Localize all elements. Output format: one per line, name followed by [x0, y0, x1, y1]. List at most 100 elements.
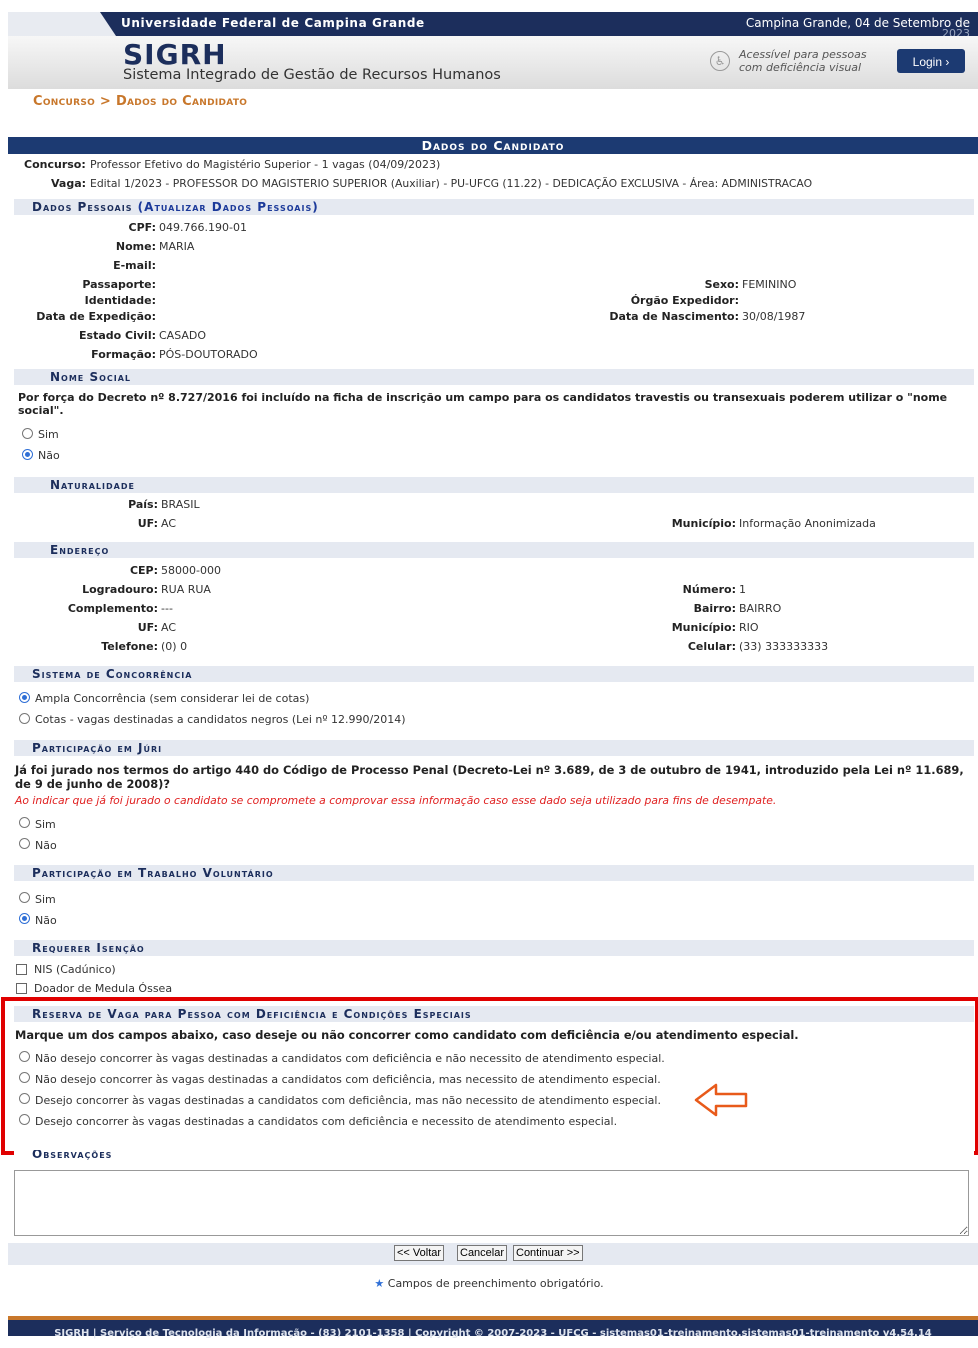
bairro-label: Bairro:	[693, 602, 736, 615]
isencao-nis-label: NIS (Cadúnico)	[34, 963, 116, 976]
juri-warning: Ao indicar que já foi jurado o candidato…	[15, 794, 777, 807]
cep-label: CEP:	[129, 564, 158, 577]
arrow-left-icon	[694, 1083, 748, 1117]
section-concorrencia: Sistema de Concorrência	[14, 666, 974, 682]
update-personal-data-link[interactable]: (Atualizar Dados Pessoais)	[138, 200, 319, 214]
nascimento-label: Data de Nascimento:	[609, 310, 739, 323]
pais-value: BRASIL	[161, 498, 200, 511]
accessibility-line-1: Acessível para pessoas	[739, 48, 867, 61]
naturalidade-uf-value: AC	[161, 517, 177, 530]
required-note: ★ Campos de preenchimento obrigatório.	[0, 1277, 978, 1290]
sexo-value: FEMININO	[742, 278, 797, 291]
pais-label: País:	[128, 498, 158, 511]
celular-label: Celular:	[687, 640, 736, 653]
required-note-text: Campos de preenchimento obrigatório.	[387, 1277, 604, 1290]
passaporte-label: Passaporte:	[82, 278, 156, 291]
naturalidade-municipio-value: Informação Anonimizada	[739, 517, 876, 530]
brand-bar: SIGRH Sistema Integrado de Gestão de Rec…	[8, 36, 978, 89]
formacao-label: Formação:	[91, 348, 156, 361]
nome-social-sim-radio[interactable]	[22, 428, 33, 439]
juri-sim-radio[interactable]	[19, 817, 30, 828]
endereco-municipio-label: Município:	[671, 621, 736, 634]
vaga-label: Vaga:	[51, 177, 87, 190]
celular-value: (33) 333333333	[739, 640, 829, 653]
juri-question: Já foi jurado nos termos do artigo 440 d…	[15, 763, 964, 791]
nome-label: Nome:	[115, 240, 156, 253]
top-bar-tab-shape	[8, 12, 116, 36]
section-nome-social: Nome Social	[14, 369, 974, 385]
cancelar-button[interactable]: Cancelar	[457, 1245, 508, 1261]
section-isencao: Requerer Isenção	[14, 940, 974, 956]
concorrencia-cotas-label: Cotas - vagas destinadas a candidatos ne…	[35, 713, 406, 726]
cpf-label: CPF:	[128, 221, 156, 234]
highlight-box	[1, 997, 978, 1155]
continuar-button[interactable]: Continuar >>	[513, 1245, 583, 1261]
logradouro-label: Logradouro:	[82, 583, 158, 596]
isencao-medula-checkbox[interactable]	[16, 983, 27, 994]
accessibility-link[interactable]: Acessível para pessoas com deficiência v…	[739, 48, 889, 74]
vaga-value: Edital 1/2023 - PROFESSOR DO MAGISTERIO …	[90, 177, 813, 190]
page-title: Dados do Candidato	[8, 137, 978, 154]
accessibility-icon[interactable]: ♿	[710, 51, 730, 71]
data-expedicao-label: Data de Expedição:	[36, 310, 156, 323]
naturalidade-municipio-label: Município:	[671, 517, 736, 530]
section-dados-pessoais: Dados Pessoais (Atualizar Dados Pessoais…	[14, 199, 974, 215]
logradouro-value: RUA RUA	[161, 583, 211, 596]
bairro-value: BAIRRO	[739, 602, 782, 615]
section-naturalidade: Naturalidade	[14, 477, 974, 493]
isencao-medula-label: Doador de Medula Óssea	[34, 982, 173, 995]
nascimento-value: 30/08/1987	[742, 310, 806, 323]
breadcrumb: Concurso > Dados do Candidato	[33, 94, 248, 109]
isencao-nis-checkbox[interactable]	[16, 964, 27, 975]
nome-social-nao-radio[interactable]	[22, 449, 33, 460]
concorrencia-ampla-radio[interactable]	[19, 692, 30, 703]
concurso-label: Concurso:	[24, 158, 86, 171]
footer: SIGRH | Serviço de Tecnologia da Informa…	[8, 1316, 978, 1339]
section-title: Dados Pessoais	[32, 200, 133, 214]
required-star-icon: ★	[374, 1277, 385, 1290]
login-button[interactable]: Login ›	[897, 49, 965, 73]
numero-label: Número:	[682, 583, 736, 596]
juri-nao-label: Não	[35, 839, 57, 852]
endereco-uf-label: UF:	[137, 621, 158, 634]
voluntario-nao-label: Não	[35, 914, 57, 927]
nome-social-text: Por força do Decreto nº 8.727/2016 foi i…	[18, 391, 948, 417]
identidade-label: Identidade:	[84, 294, 156, 307]
date-text: Campina Grande, 04 de Setembro de	[745, 16, 970, 30]
voltar-button[interactable]: << Voltar	[394, 1245, 445, 1261]
orgao-label: Órgão Expedidor:	[630, 294, 739, 307]
estado-civil-value: CASADO	[159, 329, 207, 342]
observacoes-textarea[interactable]	[14, 1170, 969, 1236]
juri-nao-radio[interactable]	[19, 838, 30, 849]
accessibility-line-2: com deficiência visual	[739, 61, 862, 74]
section-endereco: Endereço	[14, 542, 974, 558]
cep-value: 58000-000	[161, 564, 221, 577]
concorrencia-ampla-label: Ampla Concorrência (sem considerar lei d…	[35, 692, 310, 705]
voluntario-sim-radio[interactable]	[19, 892, 30, 903]
endereco-municipio-value: RIO	[739, 621, 759, 634]
app-subtitle: Sistema Integrado de Gestão de Recursos …	[123, 67, 501, 83]
concorrencia-cotas-radio[interactable]	[19, 713, 30, 724]
button-bar: << Voltar Cancelar Continuar >>	[8, 1243, 978, 1265]
juri-sim-label: Sim	[35, 818, 56, 831]
numero-value: 1	[739, 583, 746, 596]
section-juri: Participação em Júri	[14, 740, 974, 756]
university-name: Universidade Federal de Campina Grande	[121, 16, 425, 30]
telefone-label: Telefone:	[101, 640, 158, 653]
voluntario-sim-label: Sim	[35, 893, 56, 906]
complemento-label: Complemento:	[67, 602, 158, 615]
concurso-value: Professor Efetivo do Magistério Superior…	[90, 158, 441, 171]
nome-value: MARIA	[159, 240, 195, 253]
nome-social-sim-label: Sim	[38, 428, 59, 441]
section-observacoes: Observações	[14, 1150, 974, 1162]
section-voluntario: Participação em Trabalho Voluntário	[14, 865, 974, 881]
telefone-value: (0) 0	[161, 640, 188, 653]
formacao-value: PÓS-DOUTORADO	[159, 348, 258, 361]
sexo-label: Sexo:	[704, 278, 739, 291]
voluntario-nao-radio[interactable]	[19, 913, 30, 924]
endereco-uf-value: AC	[161, 621, 177, 634]
cpf-value: 049.766.190-01	[159, 221, 247, 234]
top-bar: Universidade Federal de Campina Grande C…	[8, 12, 978, 40]
nome-social-nao-label: Não	[38, 449, 60, 462]
naturalidade-uf-label: UF:	[137, 517, 158, 530]
